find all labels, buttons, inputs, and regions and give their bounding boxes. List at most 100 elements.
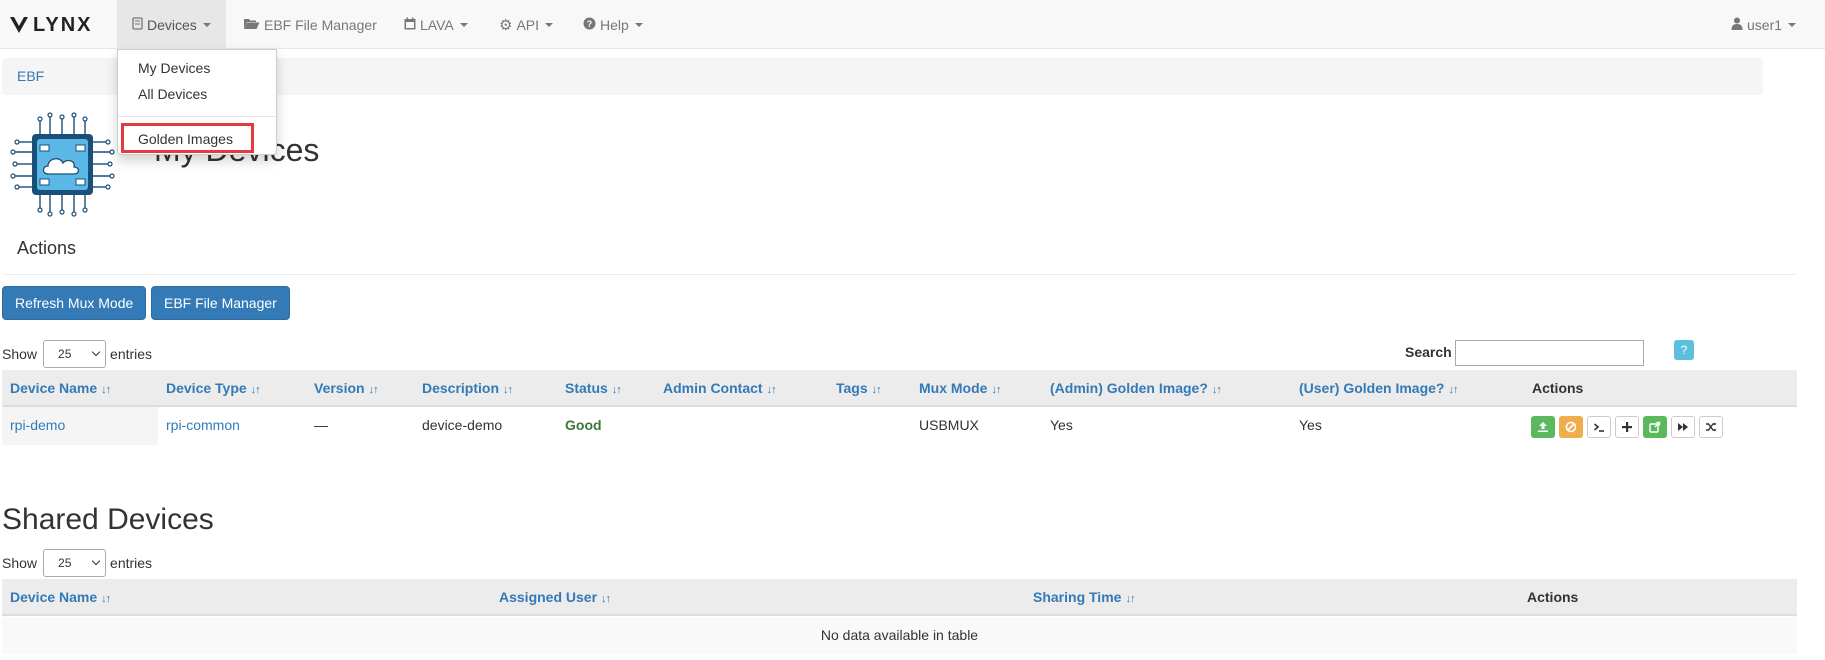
col-sharing-time[interactable]: Sharing Time ↓↑ — [1033, 589, 1135, 605]
status-badge: Good — [565, 417, 602, 433]
golden-images-highlight-box — [121, 123, 254, 153]
sort-icon: ↓↑ — [766, 384, 777, 396]
sort-icon: ↓↑ — [1448, 384, 1458, 396]
device-type-link[interactable]: rpi-common — [166, 417, 240, 433]
random-icon[interactable] — [1699, 416, 1723, 438]
nav-devices-label: Devices — [147, 16, 197, 33]
nav-devices-dropdown[interactable]: Devices — [117, 0, 226, 49]
col-assigned-user[interactable]: Assigned User ↓↑ — [499, 589, 611, 605]
table-row-empty: No data available in table — [2, 617, 1797, 654]
nav-lava-label: LAVA — [420, 16, 454, 33]
nav-api-label: API — [516, 16, 540, 33]
actions-heading: Actions — [17, 238, 77, 258]
col-actions: Actions — [1527, 589, 1579, 605]
user-icon — [1731, 17, 1743, 33]
devices-icon — [132, 16, 143, 33]
divider — [2, 274, 1797, 275]
search-input[interactable] — [1455, 340, 1644, 366]
col-actions: Actions — [1532, 380, 1584, 396]
sort-icon: ↓↑ — [871, 384, 882, 396]
shared-devices-title: Shared Devices — [2, 503, 214, 536]
col-device-name[interactable]: Device Name ↓↑ — [10, 589, 111, 605]
col-device-type[interactable]: Device Type ↓↑ — [166, 380, 261, 396]
col-status[interactable]: Status ↓↑ — [565, 380, 622, 396]
nav-ebf-file-manager[interactable]: EBF File Manager — [228, 0, 392, 49]
entries-label: entries — [110, 555, 153, 571]
sort-icon: ↓↑ — [611, 384, 622, 396]
menu-item-all-devices[interactable]: All Devices — [138, 86, 207, 102]
sort-icon: ↓↑ — [503, 384, 513, 396]
nav-help-label: Help — [600, 16, 629, 33]
menu-divider — [118, 116, 276, 117]
col-device-name[interactable]: Device Name ↓↑ — [10, 380, 111, 396]
nav-api-dropdown[interactable]: ⚙ API — [484, 0, 568, 49]
chip-cloud-logo — [10, 112, 115, 217]
sort-icon: ↓↑ — [991, 384, 1001, 396]
brand-name: LYNX — [33, 13, 93, 36]
user-golden-cell: Yes — [1299, 417, 1322, 433]
shared-page-length-control: Show 25 entries — [2, 549, 152, 577]
page-length-value: 25 — [58, 556, 72, 570]
device-name-link[interactable]: rpi-demo — [10, 417, 65, 433]
show-label: Show — [2, 346, 38, 362]
shared-devices-table-header: Device Name ↓↑ Assigned User ↓↑ Sharing Ti… — [2, 579, 1797, 616]
brand-logo[interactable]: LYNX — [9, 14, 93, 36]
shared-page-length-select[interactable]: 25 — [43, 549, 107, 577]
ebf-file-manager-button[interactable]: EBF File Manager — [151, 286, 290, 320]
chevron-down-icon — [91, 556, 101, 566]
entries-label: entries — [110, 346, 153, 362]
ban-icon[interactable] — [1559, 416, 1583, 438]
chevron-down-icon — [91, 347, 101, 357]
chevron-down-icon — [202, 22, 211, 27]
col-admin-golden-image[interactable]: (Admin) Golden Image? ↓↑ — [1050, 380, 1222, 396]
nav-help-dropdown[interactable]: ? Help — [568, 0, 658, 49]
share-icon[interactable] — [1643, 416, 1667, 438]
admin-golden-cell: Yes — [1050, 417, 1073, 433]
page-length-control: Show 25 entries — [2, 340, 152, 368]
refresh-mux-mode-button[interactable]: Refresh Mux Mode — [2, 286, 147, 320]
forward-icon[interactable] — [1671, 416, 1695, 438]
nav-lava-dropdown[interactable]: LAVA — [389, 0, 483, 49]
upload-icon[interactable] — [1531, 416, 1555, 438]
sort-icon: ↓↑ — [250, 384, 261, 396]
sort-icon: ↓↑ — [101, 593, 111, 605]
question-circle-icon: ? — [583, 17, 596, 33]
chevron-down-icon — [1788, 22, 1797, 27]
nav-ebf-label: EBF File Manager — [264, 16, 377, 33]
my-devices-table-header: Device Name ↓↑ Device Type ↓↑ Version ↓↑ De… — [2, 370, 1797, 407]
nav-user-label: user1 — [1747, 16, 1783, 33]
top-navbar: LYNX Devices EBF File Manager LAVA ⚙ API… — [0, 0, 1825, 49]
nav-user-dropdown[interactable]: user1 — [1716, 0, 1811, 49]
plus-icon[interactable] — [1615, 416, 1639, 438]
empty-table-message: No data available in table — [820, 627, 979, 643]
mux-mode-cell: USBMUX — [919, 417, 979, 433]
gear-icon: ⚙ — [499, 16, 513, 34]
col-admin-contact[interactable]: Admin Contact ↓↑ — [663, 380, 777, 396]
description-cell: device-demo — [422, 417, 503, 433]
col-version[interactable]: Version ↓↑ — [314, 380, 379, 396]
col-user-golden-image[interactable]: (User) Golden Image? ↓↑ — [1299, 380, 1458, 396]
show-label: Show — [2, 555, 38, 571]
chevron-down-icon — [545, 22, 554, 27]
calendar-icon — [404, 17, 416, 33]
sort-icon: ↓↑ — [1125, 593, 1135, 605]
sort-icon: ↓↑ — [368, 384, 379, 396]
page-length-value: 25 — [58, 347, 72, 361]
folder-open-icon — [243, 17, 260, 33]
col-tags[interactable]: Tags ↓↑ — [836, 380, 882, 396]
sort-icon: ↓↑ — [601, 593, 611, 605]
col-description[interactable]: Description ↓↑ — [422, 380, 513, 396]
breadcrumb-item-ebf[interactable]: EBF — [17, 68, 44, 84]
lynx-logo-icon — [10, 17, 28, 33]
terminal-icon[interactable] — [1587, 416, 1611, 438]
page-length-select[interactable]: 25 — [43, 340, 107, 368]
menu-item-my-devices[interactable]: My Devices — [138, 60, 210, 76]
sort-icon: ↓↑ — [101, 384, 111, 396]
help-button[interactable]: ? — [1674, 340, 1694, 360]
sort-icon: ↓↑ — [1211, 384, 1222, 396]
version-cell: — — [314, 417, 328, 433]
svg-text:?: ? — [587, 19, 593, 29]
search-label: Search — [1405, 344, 1452, 360]
col-mux-mode[interactable]: Mux Mode ↓↑ — [919, 380, 1001, 396]
chevron-down-icon — [459, 22, 468, 27]
